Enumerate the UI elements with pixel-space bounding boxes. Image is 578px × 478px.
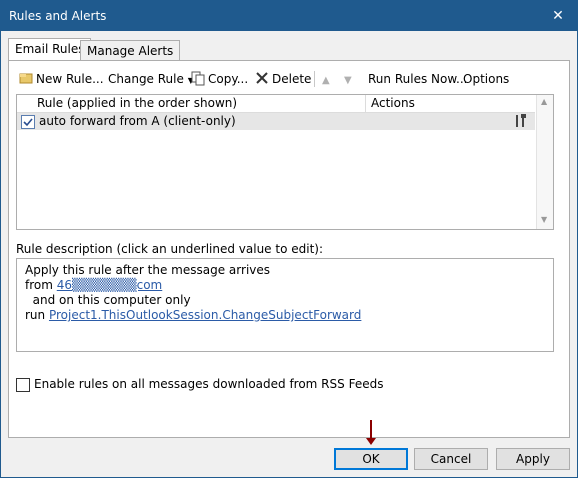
- new-rule-button[interactable]: New Rule...: [18, 68, 104, 90]
- rule-description-box: Apply this rule after the message arrive…: [16, 258, 554, 352]
- delete-label: Delete: [272, 72, 312, 86]
- new-rule-label: New Rule...: [36, 72, 104, 86]
- run-rules-now-label: Run Rules Now...: [368, 72, 468, 86]
- rules-list[interactable]: Rule (applied in the order shown) Action…: [16, 94, 554, 230]
- scroll-down-icon[interactable]: ▼: [541, 215, 547, 224]
- ok-button[interactable]: OK: [334, 448, 408, 470]
- change-rule-button[interactable]: Change Rule ▼: [108, 68, 194, 90]
- arrow-up-icon: ▲: [322, 75, 330, 86]
- tab-email-rules-label: Email Rules: [15, 42, 85, 56]
- copy-button[interactable]: Copy...: [190, 68, 248, 90]
- cancel-button[interactable]: Cancel: [414, 448, 488, 470]
- copy-label: Copy...: [208, 72, 249, 86]
- close-icon[interactable]: ✕: [547, 5, 569, 27]
- new-rule-icon: [18, 70, 34, 86]
- change-rule-label: Change Rule: [108, 72, 184, 86]
- column-separator: [365, 95, 366, 112]
- options-button[interactable]: Options: [463, 68, 509, 90]
- rule-name: auto forward from A (client-only): [39, 114, 236, 128]
- rss-rules-checkbox[interactable]: [16, 378, 30, 392]
- description-line-condition: Apply this rule after the message arrive…: [25, 263, 271, 277]
- checkmark-icon: [23, 118, 33, 127]
- description-line-computer: and on this computer only: [25, 293, 191, 307]
- delete-button[interactable]: Delete: [254, 68, 311, 90]
- move-up-button[interactable]: ▲: [322, 68, 330, 90]
- move-down-button[interactable]: ▼: [344, 68, 352, 90]
- toolbar-separator: [314, 71, 315, 87]
- from-prefix: from: [25, 278, 57, 292]
- annotation-arrowhead: [366, 438, 376, 445]
- scroll-up-icon[interactable]: ▲: [541, 97, 547, 106]
- tab-email-rules[interactable]: Email Rules: [8, 38, 92, 61]
- rule-row[interactable]: auto forward from A (client-only): [17, 113, 535, 130]
- tab-manage-alerts[interactable]: Manage Alerts: [80, 40, 181, 61]
- title-bar: Rules and Alerts ✕: [1, 1, 577, 31]
- rules-list-header: Rule (applied in the order shown) Action…: [17, 95, 535, 113]
- description-line-run: run Project1.ThisOutlookSession.ChangeSu…: [25, 308, 361, 322]
- copy-icon: [190, 70, 206, 86]
- apply-button[interactable]: Apply: [496, 448, 570, 470]
- description-line-from: from 46▒▒▒▒▒▒▒com: [25, 278, 162, 292]
- rule-enabled-checkbox[interactable]: [21, 115, 35, 129]
- delete-icon: [254, 70, 270, 86]
- rule-actions-icon[interactable]: [513, 113, 529, 132]
- arrow-down-icon: ▼: [344, 75, 352, 86]
- options-label: Options: [463, 72, 510, 86]
- rss-rules-label: Enable rules on all messages downloaded …: [34, 377, 384, 391]
- rule-description-label: Rule description (click an underlined va…: [16, 242, 324, 256]
- run-prefix: run: [25, 308, 49, 322]
- column-actions[interactable]: Actions: [371, 96, 415, 110]
- rules-toolbar: New Rule... Change Rule ▼ Copy... Delete…: [10, 68, 530, 90]
- run-rules-now-button[interactable]: Run Rules Now...: [368, 68, 468, 90]
- column-rule[interactable]: Rule (applied in the order shown): [37, 96, 237, 110]
- rules-list-scrollbar[interactable]: ▲ ▼: [536, 95, 553, 229]
- script-link[interactable]: Project1.ThisOutlookSession.ChangeSubjec…: [49, 308, 361, 322]
- dialog-title: Rules and Alerts: [9, 9, 107, 23]
- sender-address-link[interactable]: 46▒▒▒▒▒▒▒com: [57, 278, 163, 292]
- tab-manage-alerts-label: Manage Alerts: [87, 44, 174, 58]
